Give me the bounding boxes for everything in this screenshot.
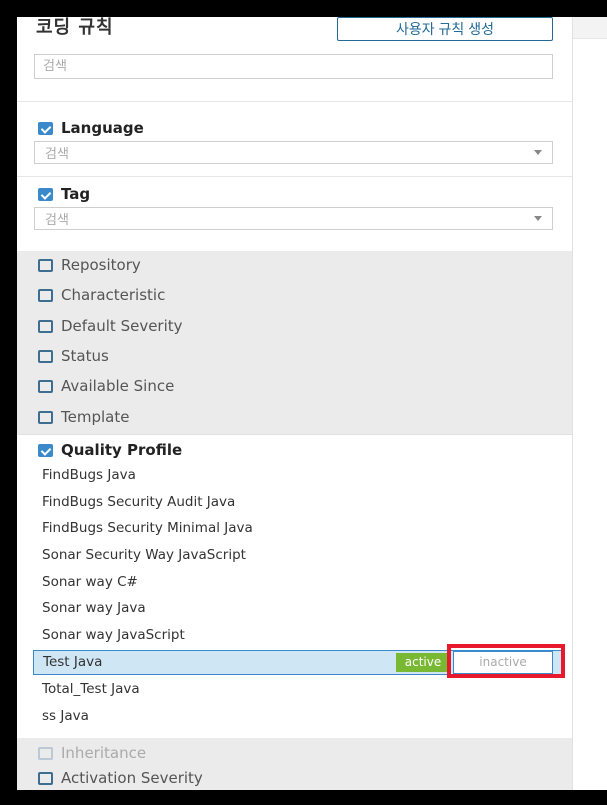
facet-label: Characteristic (61, 286, 166, 304)
facet-header-status[interactable]: Status (38, 347, 109, 365)
facet-header-tag[interactable]: Tag (38, 185, 90, 203)
checkbox-unchecked-icon[interactable] (38, 319, 53, 333)
facet-header-language[interactable]: Language (38, 119, 144, 137)
quality-profile-item[interactable]: Sonar way JavaScript (17, 623, 563, 647)
facet-quality-profile: Quality Profile FindBugs Java FindBugs S… (17, 434, 572, 738)
quality-profile-item[interactable]: FindBugs Java (17, 463, 563, 487)
facet-header-default-severity[interactable]: Default Severity (38, 317, 183, 335)
quality-profile-item[interactable]: Sonar way Java (17, 596, 563, 620)
quality-profile-item[interactable]: Sonar way C# (17, 570, 563, 594)
facet-label: Default Severity (61, 317, 183, 335)
inactive-toggle[interactable]: inactive (453, 651, 553, 674)
search-input[interactable] (35, 55, 552, 78)
facet-label: Inheritance (61, 744, 147, 762)
facet-language: Language 검색 (17, 101, 572, 176)
facet-label: Language (61, 119, 144, 137)
facet-label: Status (61, 347, 109, 365)
collapsed-facets: Repository Characteristic Default Severi… (17, 251, 572, 434)
facet-label: Activation Severity (61, 769, 203, 787)
checkbox-unchecked-icon[interactable] (38, 288, 53, 302)
facet-label: Repository (61, 256, 141, 274)
search-field (34, 54, 553, 79)
checkbox-unchecked-icon[interactable] (38, 379, 53, 393)
active-toggle[interactable]: active (396, 653, 450, 672)
content-area (573, 17, 607, 790)
facet-label: Tag (61, 185, 91, 203)
select-placeholder: 검색 (45, 213, 69, 228)
quality-profile-item[interactable]: ss Java (17, 704, 563, 728)
checkbox-checked-icon[interactable] (38, 187, 53, 201)
checkbox-unchecked-icon[interactable] (38, 771, 53, 785)
quality-profile-item[interactable]: Total_Test Java (17, 677, 563, 701)
sidebar-header: 코딩 규칙 사용자 규칙 생성 (17, 17, 572, 101)
quality-profile-item[interactable]: FindBugs Security Audit Java (17, 490, 563, 514)
quality-profile-name: Test Java (43, 654, 103, 670)
bottom-facets: Inheritance Activation Severity (17, 738, 572, 790)
language-select[interactable]: 검색 (34, 141, 553, 164)
checkbox-disabled-icon (38, 746, 53, 760)
caret-down-icon (534, 216, 542, 221)
facet-label: Quality Profile (61, 441, 183, 459)
quality-profile-item[interactable]: FindBugs Security Minimal Java (17, 516, 563, 540)
checkbox-checked-icon[interactable] (38, 121, 53, 135)
facet-label: Template (61, 408, 130, 426)
tag-select[interactable]: 검색 (34, 207, 553, 230)
facet-tag: Tag 검색 (17, 176, 572, 251)
rules-filter-sidebar: 코딩 규칙 사용자 규칙 생성 Language 검색 Tag (17, 17, 573, 790)
facet-header-quality-profile[interactable]: Quality Profile (38, 441, 182, 459)
checkbox-checked-icon[interactable] (38, 443, 53, 457)
select-placeholder: 검색 (45, 147, 69, 162)
checkbox-unchecked-icon[interactable] (38, 410, 53, 424)
facet-header-characteristic[interactable]: Characteristic (38, 286, 165, 304)
quality-profile-item-selected[interactable]: Test Java active inactive (33, 650, 563, 675)
facet-header-repository[interactable]: Repository (38, 256, 141, 274)
quality-profile-item[interactable]: Sonar Security Way JavaScript (17, 543, 563, 567)
facet-header-inheritance: Inheritance (38, 744, 146, 762)
page-title: 코딩 규칙 (36, 17, 114, 38)
caret-down-icon (534, 150, 542, 155)
create-custom-rule-button[interactable]: 사용자 규칙 생성 (337, 17, 553, 41)
screenshot-frame: 코딩 규칙 사용자 규칙 생성 Language 검색 Tag (0, 0, 607, 805)
checkbox-unchecked-icon[interactable] (38, 349, 53, 363)
checkbox-unchecked-icon[interactable] (38, 258, 53, 272)
facet-header-available-since[interactable]: Available Since (38, 377, 174, 395)
facet-label: Available Since (61, 377, 175, 395)
facet-header-activation-severity[interactable]: Activation Severity (38, 769, 203, 787)
content-topbar (573, 17, 607, 39)
facet-header-template[interactable]: Template (38, 408, 129, 426)
